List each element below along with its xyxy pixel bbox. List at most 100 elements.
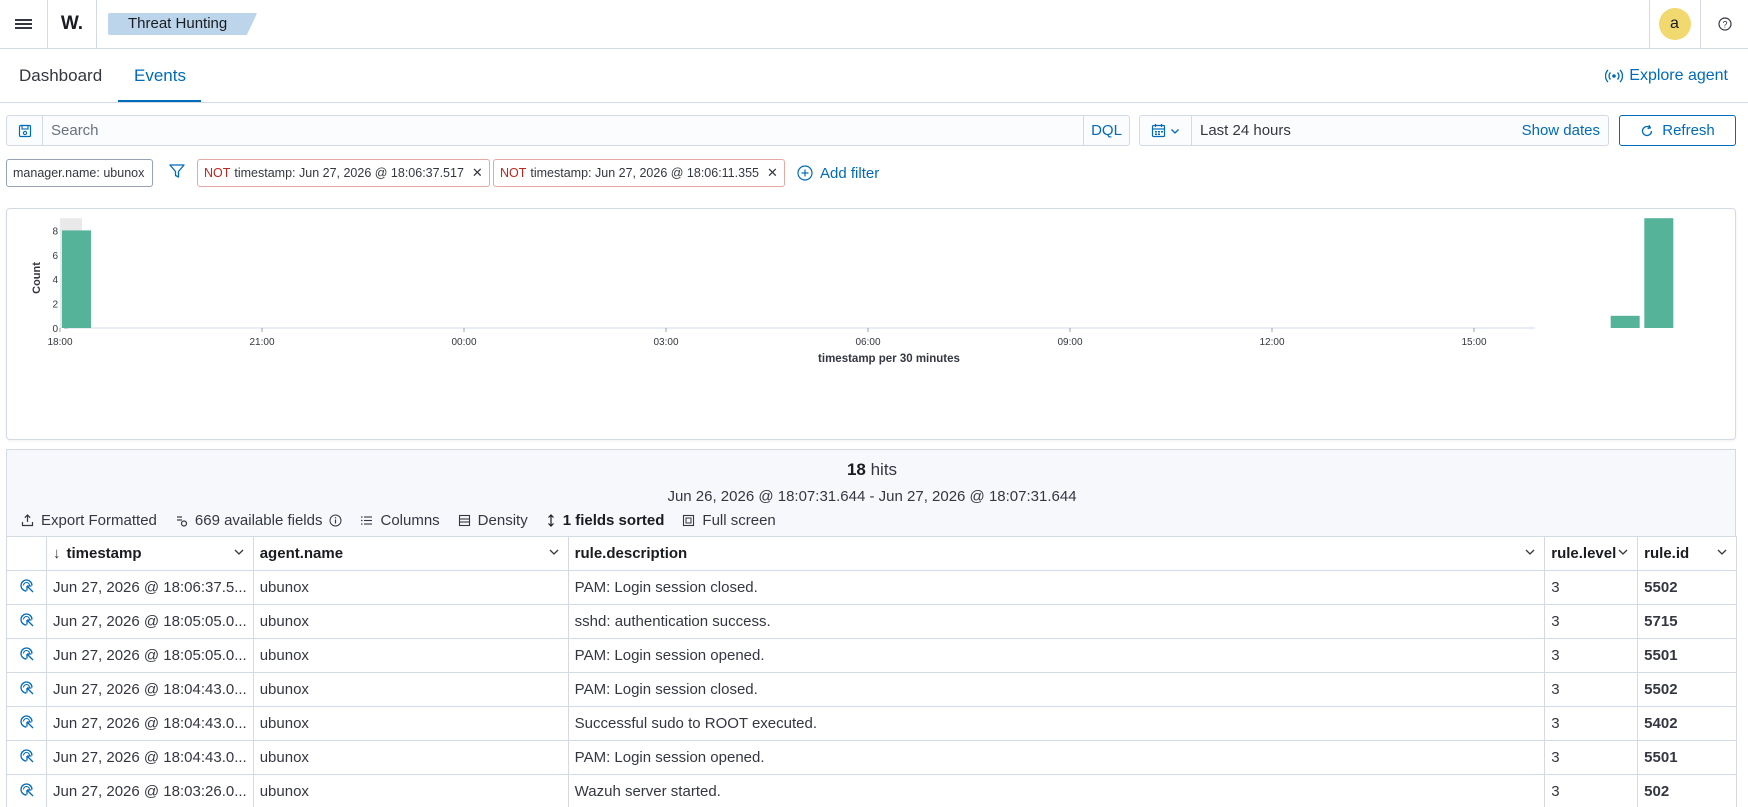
- chevron-down-icon[interactable]: [233, 546, 245, 558]
- table-row: Jun 27, 2026 @ 18:06:37.5... ubunox PAM: L…: [7, 570, 1737, 605]
- search-input[interactable]: [51, 120, 1081, 141]
- inspect-document-button[interactable]: [7, 604, 47, 639]
- x-tick-label: 12:00: [1259, 337, 1284, 348]
- cell-timestamp[interactable]: Jun 27, 2026 @ 18:05:05.0...: [46, 638, 254, 673]
- filter-pill[interactable]: NOT timestamp: Jun 27, 2026 @ 18:06:37.5…: [197, 159, 490, 187]
- date-range-text[interactable]: Last 24 hours: [1200, 116, 1291, 145]
- tab-dashboard[interactable]: Dashboard: [19, 49, 102, 102]
- cell-rule-id-link[interactable]: 5715: [1637, 604, 1737, 639]
- column-header-timestamp[interactable]: ↓ timestamp: [46, 536, 254, 571]
- quick-select-button[interactable]: [1140, 116, 1192, 145]
- sort-icon: [547, 513, 554, 527]
- x-tick-label: 15:00: [1461, 337, 1486, 348]
- save-icon: [18, 124, 31, 137]
- density-button[interactable]: Density: [458, 512, 528, 529]
- inspect-document-button[interactable]: [7, 706, 47, 741]
- column-header-rule-level[interactable]: rule.level: [1544, 536, 1639, 571]
- cell-rule-description[interactable]: PAM: Login session closed.: [568, 672, 1546, 707]
- plus-circle-icon: [797, 165, 813, 181]
- inspect-document-button[interactable]: [7, 774, 47, 807]
- cell-agent-name[interactable]: ubunox: [253, 570, 569, 605]
- chevron-down-icon[interactable]: [1524, 546, 1536, 558]
- inspect-icon: [19, 578, 33, 592]
- x-tick-label: 09:00: [1057, 337, 1082, 348]
- cell-rule-id-link[interactable]: 5501: [1637, 740, 1737, 775]
- show-dates-button[interactable]: Show dates: [1522, 116, 1600, 145]
- avatar[interactable]: a: [1658, 8, 1691, 40]
- export-formatted-button[interactable]: Export Formatted: [21, 512, 157, 529]
- column-header-rule-id[interactable]: rule.id: [1637, 536, 1737, 571]
- refresh-button[interactable]: Refresh: [1619, 115, 1736, 146]
- x-tick-label: 21:00: [249, 337, 274, 348]
- cell-timestamp[interactable]: Jun 27, 2026 @ 18:04:43.0...: [46, 672, 254, 707]
- full-screen-button[interactable]: Full screen: [682, 512, 776, 529]
- cell-rule-id-link[interactable]: 502: [1637, 774, 1737, 807]
- column-header-agent-name[interactable]: agent.name: [253, 536, 569, 571]
- tab-events[interactable]: Events: [134, 49, 186, 102]
- cell-timestamp[interactable]: Jun 27, 2026 @ 18:03:26.0...: [46, 774, 254, 807]
- cell-rule-description[interactable]: Wazuh server started.: [568, 774, 1546, 807]
- filter-manager-name[interactable]: manager.name: ubunox: [6, 159, 153, 187]
- cell-rule-id-link[interactable]: 5502: [1637, 570, 1737, 605]
- logo[interactable]: W.: [48, 0, 97, 48]
- y-tick-label: 8: [52, 226, 58, 237]
- query-language-button[interactable]: DQL: [1083, 116, 1129, 145]
- cell-agent-name[interactable]: ubunox: [253, 604, 569, 639]
- cell-timestamp[interactable]: Jun 27, 2026 @ 18:04:43.0...: [46, 740, 254, 775]
- column-header-rule-description[interactable]: rule.description: [568, 536, 1546, 571]
- cell-rule-description[interactable]: PAM: Login session closed.: [568, 570, 1546, 605]
- column-header-label: rule.description: [574, 545, 688, 562]
- filter-pill[interactable]: NOT timestamp: Jun 27, 2026 @ 18:06:11.3…: [493, 159, 785, 187]
- filter-options-button[interactable]: [168, 162, 188, 182]
- cell-rule-description[interactable]: sshd: authentication success.: [568, 604, 1546, 639]
- breadcrumb-threat-hunting[interactable]: Threat Hunting: [108, 13, 258, 35]
- refresh-icon: [1642, 124, 1653, 136]
- available-fields-button[interactable]: 669 available fields: [175, 512, 343, 529]
- cell-rule-id-link[interactable]: 5402: [1637, 706, 1737, 741]
- column-header-label: agent.name: [259, 545, 344, 562]
- remove-filter-icon[interactable]: ✕: [767, 160, 778, 186]
- hits-summary: 18 hits: [7, 460, 1737, 480]
- chevron-down-icon[interactable]: [548, 546, 560, 558]
- inspect-document-button[interactable]: [7, 570, 47, 605]
- cell-rule-level[interactable]: 3: [1544, 638, 1639, 673]
- y-tick-label: 0: [52, 324, 58, 335]
- menu-button[interactable]: [0, 0, 48, 48]
- sorted-label: 1 fields sorted: [562, 511, 665, 529]
- cell-rule-level[interactable]: 3: [1544, 706, 1639, 741]
- sort-fields-button[interactable]: 1 fields sorted: [546, 511, 665, 529]
- cell-agent-name[interactable]: ubunox: [253, 672, 569, 707]
- cell-rule-level[interactable]: 3: [1544, 604, 1639, 639]
- chevron-down-icon[interactable]: [1617, 546, 1629, 558]
- inspect-document-button[interactable]: [7, 638, 47, 673]
- user-menu[interactable]: a: [1649, 0, 1699, 48]
- cell-timestamp[interactable]: Jun 27, 2026 @ 18:05:05.0...: [46, 604, 254, 639]
- cell-agent-name[interactable]: ubunox: [253, 638, 569, 673]
- cell-rule-id-link[interactable]: 5502: [1637, 672, 1737, 707]
- info-icon[interactable]: [329, 514, 342, 527]
- cell-agent-name[interactable]: ubunox: [253, 774, 569, 807]
- cell-timestamp[interactable]: Jun 27, 2026 @ 18:06:37.5...: [46, 570, 254, 605]
- saved-queries-button[interactable]: [7, 116, 43, 145]
- columns-button[interactable]: Columns: [360, 512, 440, 529]
- help-button[interactable]: ?: [1700, 0, 1748, 48]
- remove-filter-icon[interactable]: ✕: [472, 160, 483, 186]
- cell-rule-level[interactable]: 3: [1544, 740, 1639, 775]
- cell-agent-name[interactable]: ubunox: [253, 706, 569, 741]
- add-filter-button[interactable]: Add filter: [797, 159, 879, 187]
- cell-rule-description[interactable]: PAM: Login session opened.: [568, 638, 1546, 673]
- cell-rule-level[interactable]: 3: [1544, 672, 1639, 707]
- cell-agent-name[interactable]: ubunox: [253, 740, 569, 775]
- explore-agent-button[interactable]: Explore agent: [1605, 49, 1728, 102]
- cell-rule-level[interactable]: 3: [1544, 570, 1639, 605]
- inspect-document-button[interactable]: [7, 740, 47, 775]
- chevron-down-icon[interactable]: [1716, 546, 1728, 558]
- cell-rule-id-link[interactable]: 5501: [1637, 638, 1737, 673]
- cell-rule-description[interactable]: PAM: Login session opened.: [568, 740, 1546, 775]
- broadcast-icon: [1605, 69, 1624, 82]
- cell-rule-level[interactable]: 3: [1544, 774, 1639, 807]
- inspect-document-button[interactable]: [7, 672, 47, 707]
- cell-rule-description[interactable]: Successful sudo to ROOT executed.: [568, 706, 1546, 741]
- x-tick-label: 06:00: [855, 337, 880, 348]
- cell-timestamp[interactable]: Jun 27, 2026 @ 18:04:43.0...: [46, 706, 254, 741]
